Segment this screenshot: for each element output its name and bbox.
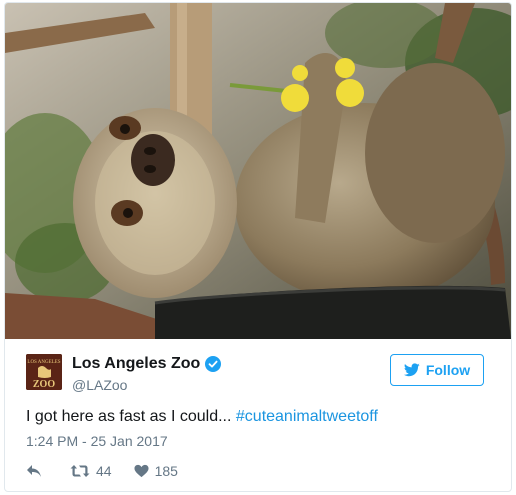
- sloth-photo-image: [5, 3, 511, 339]
- verified-badge-icon: [205, 356, 222, 372]
- author-handle[interactable]: @LAZoo: [72, 377, 127, 393]
- author-name-row: Los Angeles Zoo: [72, 355, 222, 373]
- tweet-text-body: I got here as fast as I could...: [26, 408, 236, 425]
- la-zoo-logo: LOS ANGELES ZOO: [26, 354, 62, 390]
- avatar[interactable]: LOS ANGELES ZOO: [26, 354, 62, 390]
- sloth-photo[interactable]: [5, 3, 511, 339]
- follow-label: Follow: [425, 362, 471, 378]
- reply-icon: [27, 465, 41, 477]
- reply-button[interactable]: [26, 464, 48, 478]
- author-name[interactable]: Los Angeles Zoo: [72, 355, 200, 373]
- svg-text:LOS ANGELES: LOS ANGELES: [27, 360, 60, 365]
- tweet-actions: 44 185: [26, 461, 200, 481]
- follow-button[interactable]: Follow: [390, 354, 484, 386]
- retweet-count: 44: [96, 463, 112, 479]
- tweet-card: LOS ANGELES ZOO Los Angeles Zoo @LAZoo F…: [4, 2, 512, 492]
- tweet-text: I got here as fast as I could... #cutean…: [26, 408, 378, 426]
- retweet-icon: [70, 465, 90, 477]
- twitter-bird-icon: [403, 363, 420, 377]
- tweet-timestamp[interactable]: 1:24 PM - 25 Jan 2017: [26, 433, 168, 449]
- svg-text:ZOO: ZOO: [33, 379, 55, 390]
- heart-icon: [134, 464, 149, 478]
- hashtag-link[interactable]: #cuteanimaltweetoff: [236, 408, 378, 425]
- like-count: 185: [154, 463, 178, 479]
- retweet-button[interactable]: 44: [70, 463, 112, 479]
- like-button[interactable]: 185: [134, 463, 178, 479]
